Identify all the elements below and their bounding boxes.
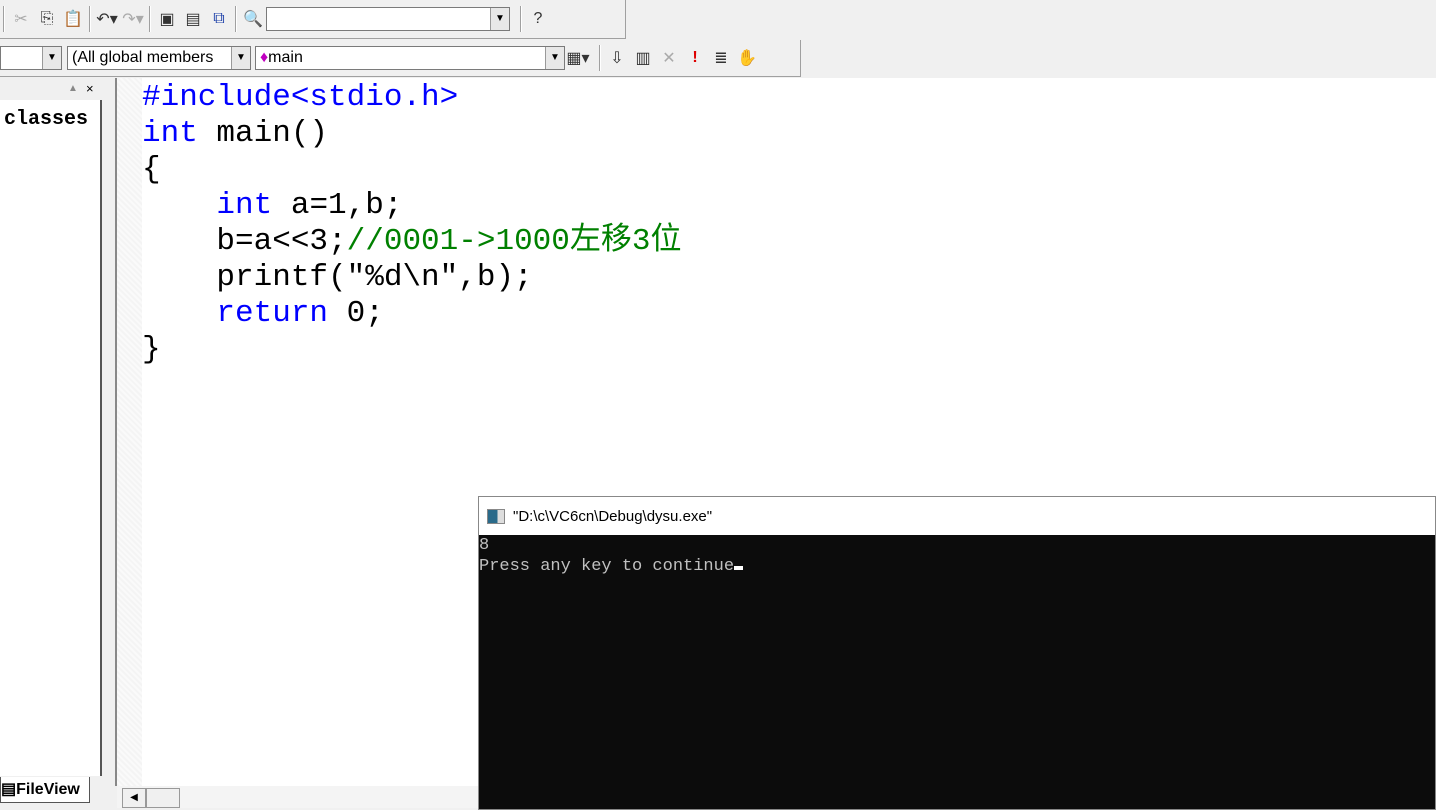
undo-icon[interactable]: ↶▾ (94, 6, 120, 32)
wizard-action-icon[interactable]: ▦▾ (565, 45, 591, 71)
console-app-icon (487, 508, 505, 524)
workspace-pane: classes (0, 100, 102, 776)
tab-fileview[interactable]: ▤FileView (0, 777, 90, 803)
code-line: #include<stdio.h> (142, 80, 681, 116)
code-line: return 0; (142, 296, 681, 332)
find-combo[interactable]: ▼ (266, 7, 510, 31)
file-icon: ▤ (1, 781, 17, 798)
members-combo[interactable]: (All global members ▼ (67, 46, 251, 70)
console-title: "D:\c\VC6cn\Debug\dysu.exe" (513, 507, 713, 525)
code-token: int (142, 188, 273, 223)
code-token: main() (197, 116, 329, 151)
code-token: return (142, 296, 329, 331)
code-token: //0001->1000左移3位 (346, 224, 682, 259)
output-icon[interactable]: ▤ (180, 6, 206, 32)
execute-icon[interactable]: ! (682, 45, 708, 71)
windows-icon[interactable]: ⧉ (206, 6, 232, 32)
function-combo[interactable]: ♦main ▼ (255, 46, 565, 70)
code-line: int a=1,b; (142, 188, 681, 224)
code-token: b=a<<3; (142, 224, 347, 259)
class-tree-root[interactable]: classes (0, 100, 100, 139)
code-token: a=1,b; (272, 188, 403, 223)
scroll-thumb[interactable] (146, 788, 180, 808)
cursor (734, 566, 744, 570)
close-pane-icon[interactable]: × (86, 81, 94, 96)
paste-icon[interactable]: 📋 (60, 6, 86, 32)
cut-icon[interactable]: ✂ (8, 6, 34, 32)
code-token: int (142, 116, 198, 151)
console-output-line: Press any key to continue (479, 556, 1435, 577)
editor-gutter (117, 78, 142, 786)
copy-icon[interactable]: ⎘ (34, 6, 60, 32)
code-token: printf("%d\n",b); (142, 260, 533, 295)
redo-icon[interactable]: ↷▾ (120, 6, 146, 32)
scroll-left-icon[interactable]: ◀ (122, 788, 146, 808)
console-window[interactable]: "D:\c\VC6cn\Debug\dysu.exe" 8 Press any … (478, 496, 1436, 810)
code-line: int main() (142, 116, 681, 152)
function-icon: ♦ (260, 49, 269, 66)
standard-toolbar: ✂ ⎘ 📋 ↶▾ ↷▾ ▣ ▤ ⧉ 🔍 ▼ ? (0, 0, 626, 39)
stop-build-icon[interactable]: ✕ (656, 45, 682, 71)
code-line: b=a<<3;//0001->1000左移3位 (142, 224, 681, 260)
pane-header: ▲ × (0, 81, 100, 98)
chevron-down-icon[interactable]: ▼ (490, 8, 509, 30)
code-line: printf("%d\n",b); (142, 260, 681, 296)
chevron-down-icon[interactable]: ▼ (231, 47, 250, 69)
wizard-bar: ▼ (All global members ▼ ♦main ▼ ▦▾ ⇩ ▥ ✕ !… (0, 40, 801, 77)
compile-icon[interactable]: ⇩ (604, 45, 630, 71)
code-token: 0; (328, 296, 384, 331)
code-line: { (142, 152, 681, 188)
build-icon[interactable]: ▥ (630, 45, 656, 71)
code-token: { (142, 152, 161, 187)
code-token: } (142, 332, 161, 367)
maximize-pane-icon[interactable]: ▲ (68, 83, 78, 94)
console-title-bar: "D:\c\VC6cn\Debug\dysu.exe" (479, 497, 1435, 535)
go-icon[interactable]: ≣ (708, 45, 734, 71)
chevron-down-icon[interactable]: ▼ (545, 47, 564, 69)
find-in-files-icon[interactable]: 🔍 (240, 6, 266, 32)
code-text[interactable]: #include<stdio.h> int main(){ int a=1,b; … (142, 80, 681, 368)
console-output-line: 8 (479, 536, 490, 555)
code-token: #include<stdio.h> (142, 80, 459, 115)
class-combo[interactable]: ▼ (0, 46, 62, 70)
search-help-icon[interactable]: ? (525, 6, 551, 32)
workspace-icon[interactable]: ▣ (154, 6, 180, 32)
code-line: } (142, 332, 681, 368)
breakpoint-icon[interactable]: ✋ (734, 45, 760, 71)
chevron-down-icon[interactable]: ▼ (42, 47, 61, 69)
